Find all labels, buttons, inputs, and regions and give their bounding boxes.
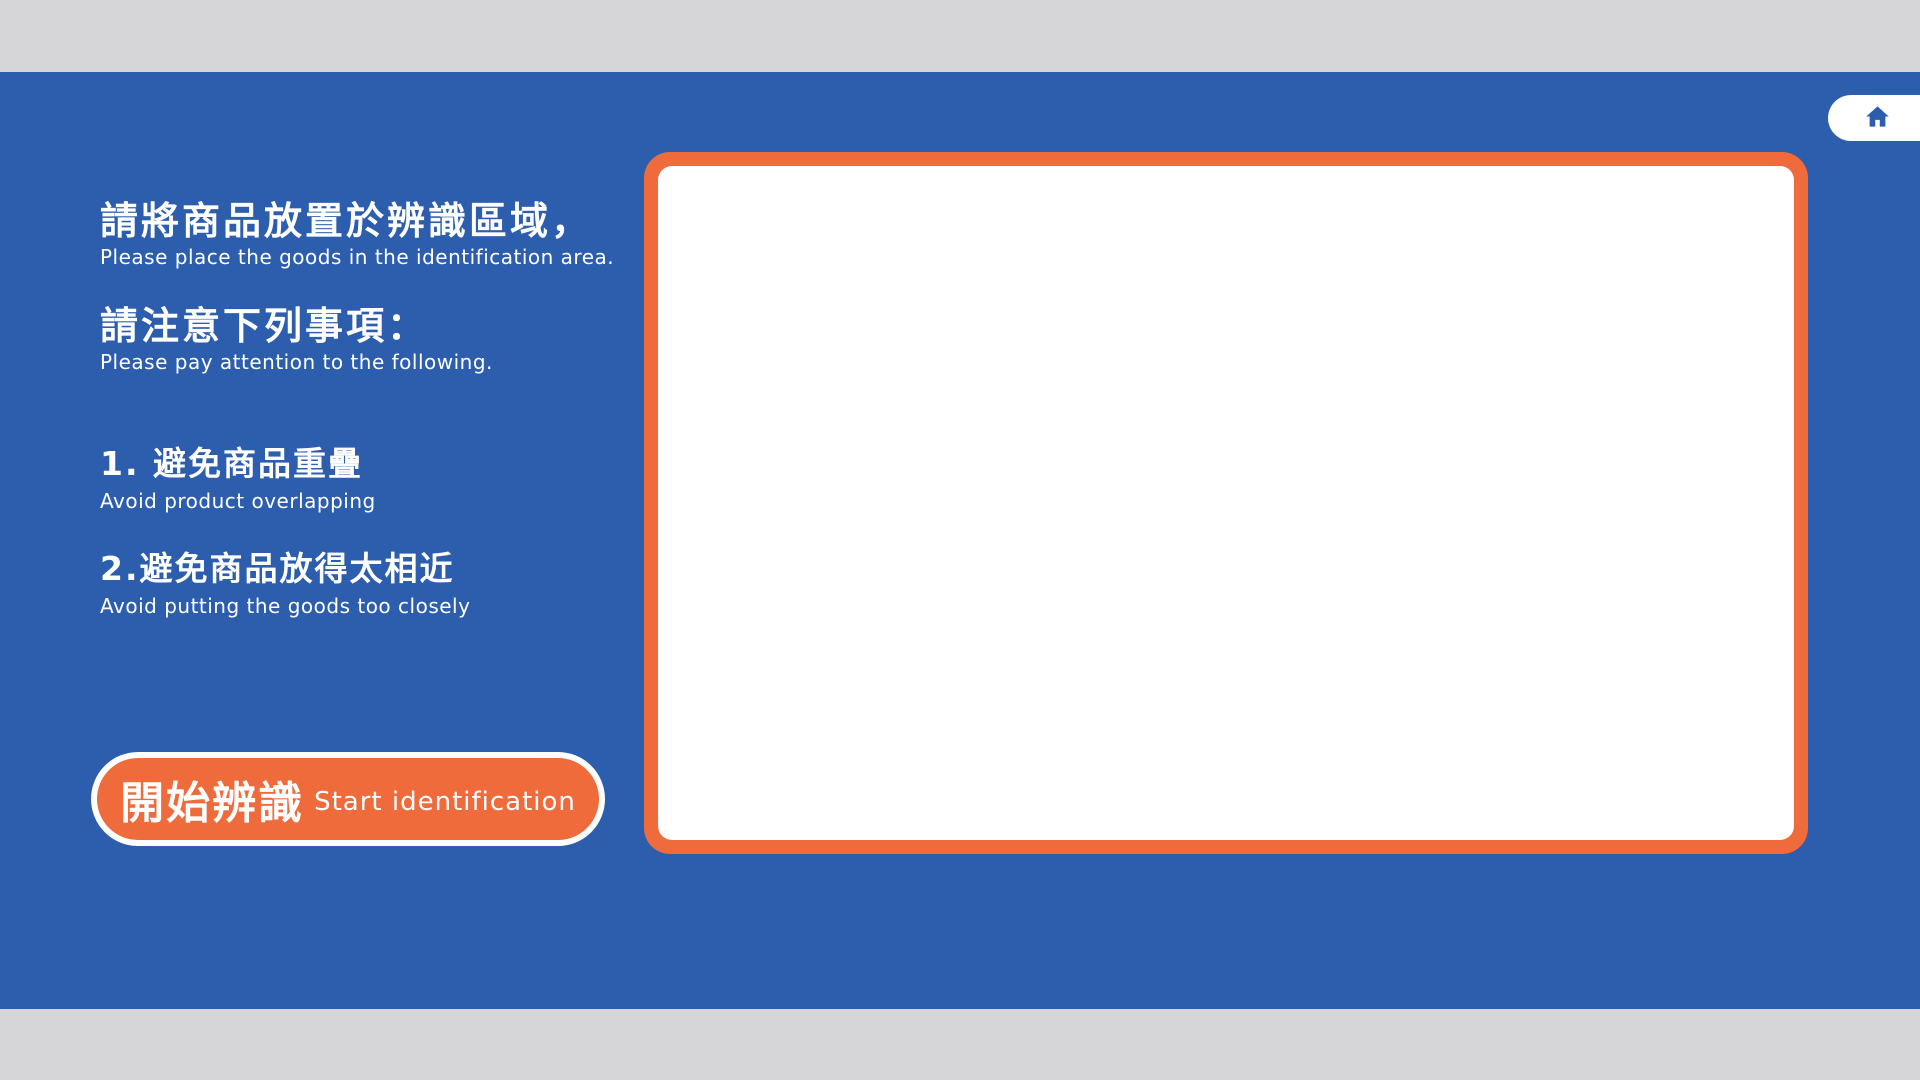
start-label-zh: 開始辨識 xyxy=(120,778,305,829)
attention-title-zh: 請注意下列事項： xyxy=(100,304,429,348)
main-panel: 請將商品放置於辨識區域， Please place the goods in t… xyxy=(0,72,1920,1009)
place-title-en: Please place the goods in the identifica… xyxy=(100,245,615,269)
rule-2-zh: 2.避免商品放得太相近 xyxy=(100,549,455,588)
rule-2-en: Avoid putting the goods too closely xyxy=(100,594,471,618)
start-label-en: Start identification xyxy=(314,787,576,817)
place-title-zh: 請將商品放置於辨識區域， xyxy=(100,199,593,243)
start-identification-button[interactable]: 開始辨識 Start identification xyxy=(91,752,605,846)
home-icon xyxy=(1858,103,1891,134)
identification-frame xyxy=(644,152,1808,854)
rule-1-en: Avoid product overlapping xyxy=(100,489,376,513)
rule-1-zh: 1. 避免商品重疊 xyxy=(100,444,363,483)
attention-title-en: Please pay attention to the following. xyxy=(100,350,493,374)
identification-area xyxy=(658,166,1794,840)
home-button[interactable] xyxy=(1828,95,1920,141)
